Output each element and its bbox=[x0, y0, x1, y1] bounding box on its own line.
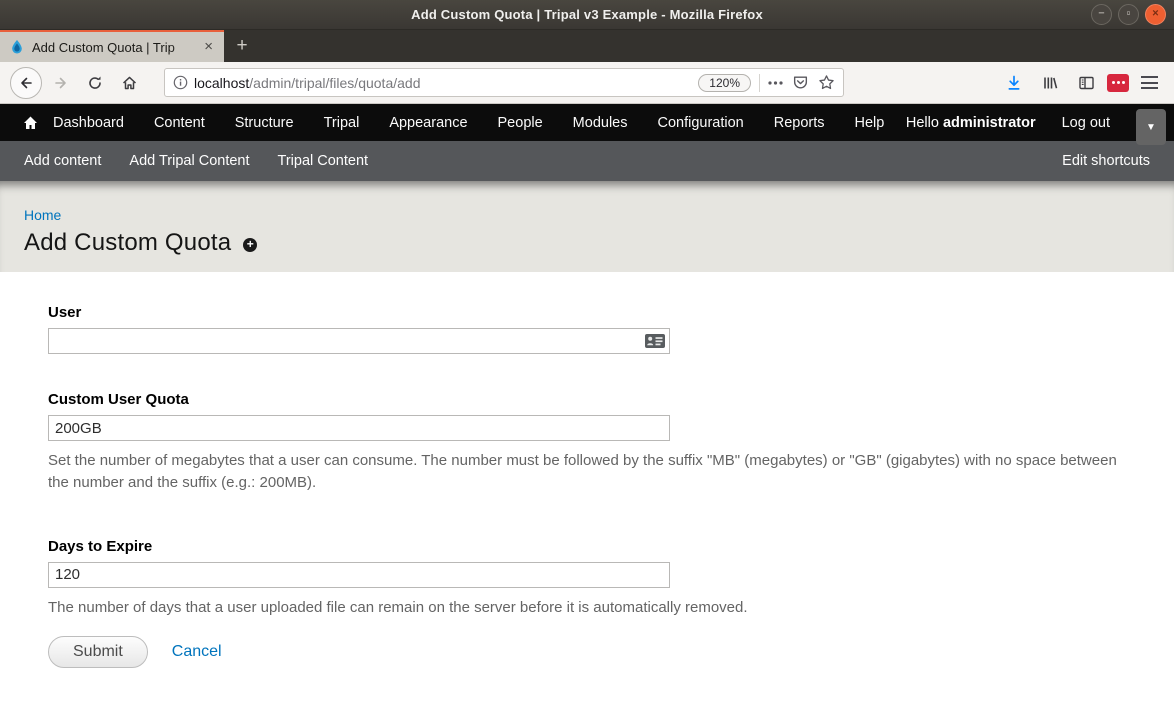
sidebar-button[interactable] bbox=[1071, 68, 1101, 98]
admin-item-configuration[interactable]: Configuration bbox=[657, 115, 743, 131]
tab-title-fade bbox=[171, 40, 199, 55]
download-icon bbox=[1006, 75, 1022, 91]
admin-item-structure[interactable]: Structure bbox=[235, 115, 294, 131]
new-tab-button[interactable]: + bbox=[224, 30, 260, 62]
quota-label: Custom User Quota bbox=[48, 391, 1126, 408]
form-actions: Submit Cancel bbox=[48, 636, 1126, 668]
admin-home-icon bbox=[22, 115, 39, 131]
quota-form-item: Custom User Quota Set the number of mega… bbox=[48, 391, 1126, 494]
url-text[interactable]: localhost/admin/tripal/files/quota/add bbox=[194, 75, 698, 91]
expire-label: Days to Expire bbox=[48, 538, 1126, 555]
admin-item-tripal[interactable]: Tripal bbox=[324, 115, 360, 131]
admin-item-modules[interactable]: Modules bbox=[573, 115, 628, 131]
tab-close-icon[interactable]: × bbox=[199, 33, 218, 61]
url-path: /admin/tripal/files/quota/add bbox=[249, 75, 420, 91]
home-button[interactable] bbox=[114, 68, 144, 98]
caret-down-icon: ▼ bbox=[1146, 122, 1156, 133]
shortcut-tripal-content[interactable]: Tripal Content bbox=[278, 153, 369, 169]
sidebar-icon bbox=[1078, 75, 1095, 91]
admin-item-appearance[interactable]: Appearance bbox=[389, 115, 467, 131]
library-icon bbox=[1042, 75, 1059, 91]
browser-window: Add Custom Quota | Tripal v3 Example - M… bbox=[0, 0, 1174, 724]
username: administrator bbox=[943, 115, 1036, 131]
user-form-item: User bbox=[48, 304, 1126, 354]
admin-item-reports[interactable]: Reports bbox=[774, 115, 825, 131]
admin-item-help[interactable]: Help bbox=[855, 115, 885, 131]
os-titlebar[interactable]: Add Custom Quota | Tripal v3 Example - M… bbox=[0, 0, 1174, 30]
breadcrumb-home-link[interactable]: Home bbox=[24, 207, 61, 223]
admin-item-people[interactable]: People bbox=[498, 115, 543, 131]
zoom-level-badge[interactable]: 120% bbox=[698, 74, 751, 92]
nav-right-icons bbox=[999, 68, 1164, 98]
shortcut-add-content[interactable]: Add content bbox=[24, 153, 101, 169]
nav-toolbar: localhost/admin/tripal/files/quota/add 1… bbox=[0, 62, 1174, 104]
pocket-icon[interactable] bbox=[792, 74, 809, 91]
expire-description: The number of days that a user uploaded … bbox=[48, 597, 1126, 619]
window-controls: − ▫ × bbox=[1091, 4, 1166, 25]
home-icon bbox=[121, 75, 138, 91]
page-actions-icon[interactable] bbox=[768, 81, 783, 85]
drupal-favicon-icon bbox=[9, 39, 25, 55]
window-title: Add Custom Quota | Tripal v3 Example - M… bbox=[411, 7, 763, 22]
downloads-button[interactable] bbox=[999, 68, 1029, 98]
cancel-link[interactable]: Cancel bbox=[172, 643, 222, 661]
reload-icon bbox=[87, 75, 103, 91]
main-content: User Custom User Quota Set the number of… bbox=[0, 272, 1174, 724]
shortcut-add-tripal-content[interactable]: Add Tripal Content bbox=[129, 153, 249, 169]
admin-item-content[interactable]: Content bbox=[154, 115, 205, 131]
close-button[interactable]: × bbox=[1145, 4, 1166, 25]
page-title: Add Custom Quota bbox=[24, 229, 231, 257]
url-bar[interactable]: localhost/admin/tripal/files/quota/add 1… bbox=[164, 68, 844, 97]
quota-input[interactable] bbox=[48, 415, 670, 441]
tab-bar: Add Custom Quota | Trip × + bbox=[0, 30, 1174, 62]
expire-form-item: Days to Expire The number of days that a… bbox=[48, 538, 1126, 619]
drupal-admin-toolbar: Dashboard Content Structure Tripal Appea… bbox=[0, 104, 1174, 141]
toolbar-toggle-button[interactable]: ▼ bbox=[1136, 109, 1166, 145]
admin-home-button[interactable] bbox=[22, 115, 39, 131]
expire-input[interactable] bbox=[48, 562, 670, 588]
arrow-right-icon bbox=[53, 75, 69, 91]
urlbar-separator bbox=[759, 74, 760, 92]
quota-description: Set the number of megabytes that a user … bbox=[48, 450, 1126, 494]
autocomplete-icon bbox=[645, 334, 665, 348]
title-plus-icon[interactable]: + bbox=[243, 238, 257, 252]
submit-button[interactable]: Submit bbox=[48, 636, 148, 668]
logout-link[interactable]: Log out bbox=[1062, 115, 1110, 131]
maximize-button[interactable]: ▫ bbox=[1118, 4, 1139, 25]
bookmark-star-icon[interactable] bbox=[818, 74, 835, 91]
forward-button[interactable] bbox=[46, 68, 76, 98]
arrow-left-icon bbox=[18, 75, 34, 91]
admin-toolbar-right: Hello administrator Log out bbox=[906, 115, 1162, 131]
page-header: Home Add Custom Quota + bbox=[0, 181, 1174, 272]
tab-title: Add Custom Quota | Trip bbox=[32, 40, 199, 55]
site-info-icon[interactable] bbox=[173, 75, 188, 90]
breadcrumb: Home bbox=[24, 181, 1150, 223]
extension-button[interactable] bbox=[1107, 74, 1129, 92]
edit-shortcuts-link[interactable]: Edit shortcuts bbox=[1062, 153, 1150, 169]
minimize-button[interactable]: − bbox=[1091, 4, 1112, 25]
reload-button[interactable] bbox=[80, 68, 110, 98]
admin-item-dashboard[interactable]: Dashboard bbox=[53, 115, 124, 131]
user-input[interactable] bbox=[48, 328, 670, 354]
admin-menu: Dashboard Content Structure Tripal Appea… bbox=[53, 115, 884, 131]
url-host: localhost bbox=[194, 75, 249, 91]
greeting-text: Hello administrator bbox=[906, 115, 1036, 131]
menu-icon[interactable] bbox=[1135, 70, 1164, 95]
back-button[interactable] bbox=[10, 67, 42, 99]
shortcuts-bar: Add content Add Tripal Content Tripal Co… bbox=[0, 141, 1174, 181]
user-label: User bbox=[48, 304, 1126, 321]
library-button[interactable] bbox=[1035, 68, 1065, 98]
active-tab[interactable]: Add Custom Quota | Trip × bbox=[0, 30, 224, 62]
